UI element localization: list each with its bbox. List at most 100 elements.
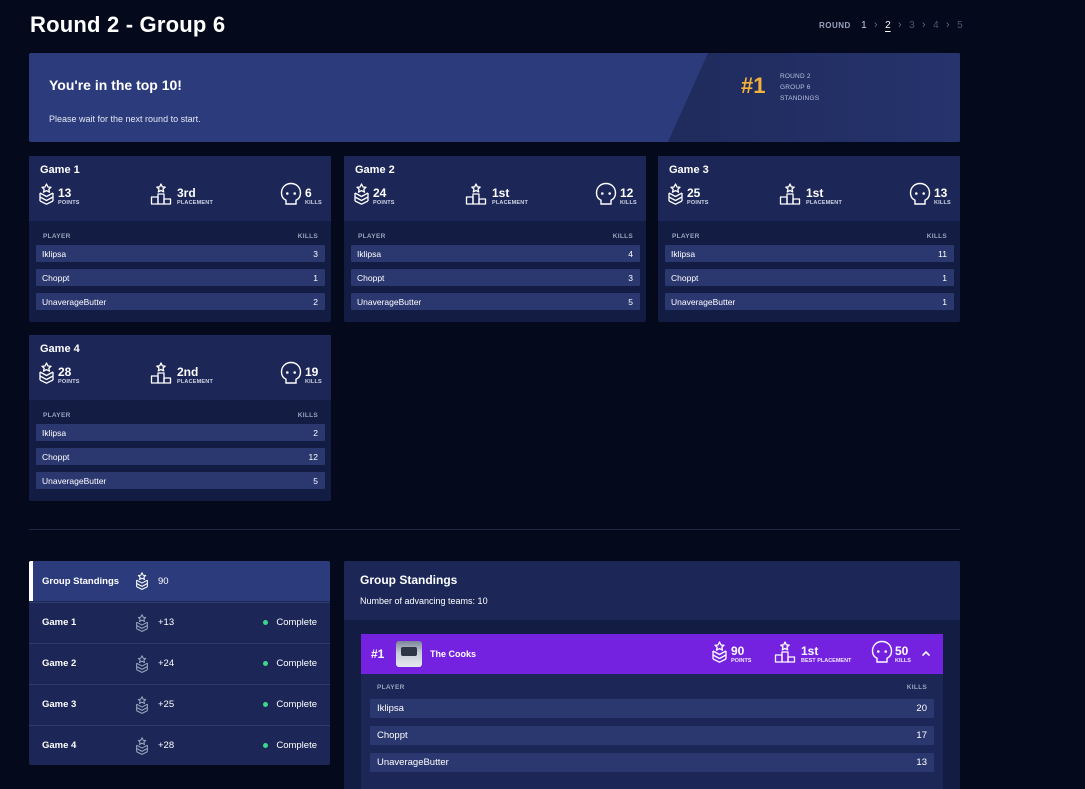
status-dot-icon <box>263 620 269 625</box>
status-banner: You're in the top 10! Please wait for th… <box>29 53 960 142</box>
placement-value: 3rd <box>177 185 196 200</box>
round-nav-item-5[interactable]: 5 <box>955 20 965 31</box>
banner-info-group: GROUP 6 <box>780 84 811 91</box>
side-item-group-standings[interactable]: Group Standings 90 <box>29 561 330 601</box>
round-nav-item-3[interactable]: 3 <box>907 20 917 31</box>
banner-title: You're in the top 10! <box>49 77 182 93</box>
kills-label: KILLS <box>305 378 322 385</box>
game-card: Game 2 24 POINTS 1st PLACEMENT 12 KILLS … <box>344 156 646 322</box>
chevron-badge-icon <box>135 654 149 677</box>
status-text: Complete <box>276 740 317 751</box>
side-item-points: 90 <box>158 575 169 587</box>
kills-column-header: KILLS <box>297 412 318 419</box>
kills-value: 13 <box>934 185 948 200</box>
chevron-badge-icon <box>135 571 149 594</box>
placement-value: 1st <box>806 185 824 200</box>
points-label: POINTS <box>58 199 80 206</box>
side-item-game-4[interactable]: Game 4 +28 Complete <box>29 725 330 765</box>
player-name: UnaverageButter <box>671 296 736 307</box>
player-column-header: PLAYER <box>672 233 700 240</box>
kills-value: 6 <box>305 185 312 200</box>
placement-value: 2nd <box>177 364 199 379</box>
kills-stat: 6 KILLS <box>280 182 322 210</box>
chevron-badge-icon <box>667 182 686 210</box>
team-kills-label: KILLS <box>895 657 911 664</box>
banner-info-standings: STANDINGS <box>780 95 820 102</box>
side-item-label: Game 2 <box>42 658 77 669</box>
game-card-header: Game 4 28 POINTS 2nd PLACEMENT 19 KILLS <box>29 335 331 400</box>
kills-value: 12 <box>620 185 634 200</box>
player-column-header: PLAYER <box>377 684 405 691</box>
kills-column-header: KILLS <box>926 233 947 240</box>
table-header: PLAYER KILLS <box>672 233 947 240</box>
side-item-label: Game 3 <box>42 699 77 710</box>
table-row: UnaverageButter 1 <box>665 293 954 310</box>
round-nav-item-2[interactable]: 2 <box>883 20 893 31</box>
side-item-points: +28 <box>158 740 175 751</box>
side-item-label: Game 4 <box>42 740 77 751</box>
player-column-header: PLAYER <box>358 233 386 240</box>
player-kills: 5 <box>628 296 633 307</box>
player-name: Choppt <box>357 272 385 283</box>
round-nav-item-1[interactable]: 1 <box>859 20 869 31</box>
chevron-right-icon: › <box>898 19 902 31</box>
status-text: Complete <box>276 658 317 669</box>
status-badge: Complete <box>263 617 317 628</box>
player-name: Iklipsa <box>671 248 696 259</box>
player-name: Choppt <box>377 730 408 741</box>
table-row: UnaverageButter 5 <box>351 293 640 310</box>
placement-label: PLACEMENT <box>177 378 214 385</box>
kills-column-header: KILLS <box>612 233 633 240</box>
player-column-header: PLAYER <box>43 412 71 419</box>
player-name: Iklipsa <box>357 248 382 259</box>
side-item-game-2[interactable]: Game 2 +24 Complete <box>29 643 330 683</box>
table-header: PLAYER KILLS <box>377 684 927 691</box>
team-players-table: PLAYER KILLS Iklipsa 20 Choppt 17 Unaverag… <box>361 674 943 789</box>
table-row: Choppt 3 <box>351 269 640 286</box>
player-kills: 5 <box>313 475 318 486</box>
player-name: UnaverageButter <box>377 757 449 768</box>
podium-star-icon <box>150 361 174 389</box>
status-text: Complete <box>276 617 317 628</box>
table-row: UnaverageButter 13 <box>370 753 934 772</box>
points-stat: 28 POINTS <box>38 361 80 389</box>
player-kills: 12 <box>308 451 318 462</box>
round-nav-label: ROUND <box>819 20 851 30</box>
points-stat: 24 POINTS <box>353 182 395 210</box>
table-row: Iklipsa 2 <box>36 424 325 441</box>
placement-stat: 1st PLACEMENT <box>779 182 842 210</box>
section-divider <box>29 529 960 530</box>
points-value: 28 <box>58 364 72 379</box>
player-kills: 20 <box>916 703 927 714</box>
placement-label: PLACEMENT <box>492 199 529 206</box>
chevron-up-icon[interactable] <box>920 647 932 659</box>
skull-icon <box>595 182 619 211</box>
side-item-game-1[interactable]: Game 1 +13 Complete <box>29 602 330 642</box>
podium-star-icon <box>774 640 796 668</box>
chevron-badge-icon <box>38 182 57 210</box>
chevron-badge-icon <box>135 736 149 759</box>
round-nav-item-4[interactable]: 4 <box>931 20 941 31</box>
team-placement-label: BEST PLACEMENT <box>801 657 852 664</box>
team-avatar <box>396 641 422 667</box>
player-kills: 13 <box>916 757 927 768</box>
banner-subtitle: Please wait for the next round to start. <box>49 114 201 124</box>
banner-info: ROUND 2 GROUP 6 STANDINGS <box>780 71 819 104</box>
team-row[interactable]: #1 The Cooks 90 POINTS 1st BEST PLACEMEN… <box>361 634 943 674</box>
game-card-header: Game 3 25 POINTS 1st PLACEMENT 13 KILLS <box>658 156 960 221</box>
game-title: Game 3 <box>669 164 709 176</box>
side-item-label: Group Standings <box>42 575 120 587</box>
team-kills-value: 50 <box>895 643 909 658</box>
player-name: Choppt <box>42 451 70 462</box>
kills-stat: 12 KILLS <box>595 182 637 210</box>
skull-icon <box>280 361 304 390</box>
side-item-game-3[interactable]: Game 3 +25 Complete <box>29 684 330 724</box>
game-card: Game 3 25 POINTS 1st PLACEMENT 13 KILLS … <box>658 156 960 322</box>
side-item-points: +13 <box>158 617 175 628</box>
placement-value: 1st <box>492 185 510 200</box>
kills-label: KILLS <box>305 199 322 206</box>
player-name: Choppt <box>671 272 699 283</box>
player-name: Iklipsa <box>42 427 67 438</box>
player-name: UnaverageButter <box>42 296 107 307</box>
kills-column-header: KILLS <box>297 233 318 240</box>
